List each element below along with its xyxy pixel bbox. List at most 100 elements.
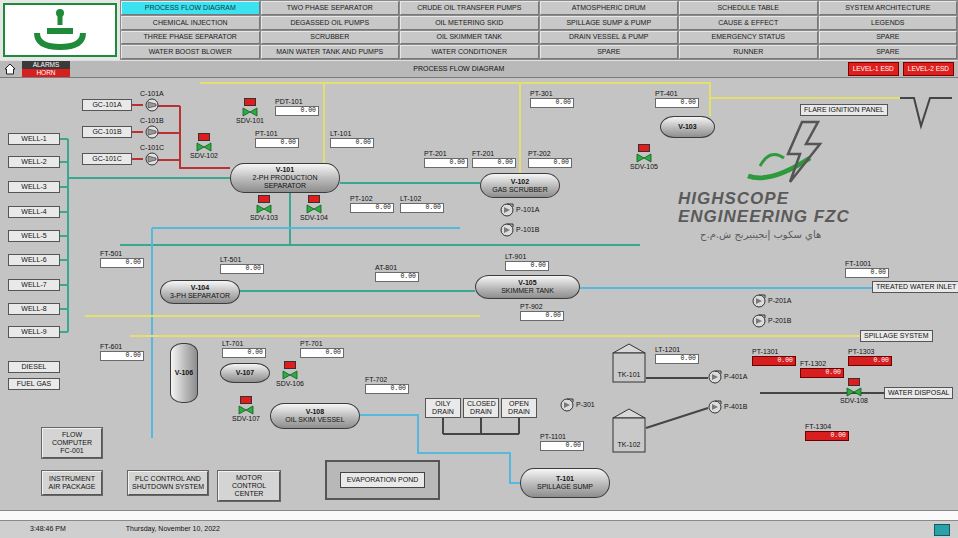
shutdown-valve[interactable]: SDV-106 [276,361,304,388]
instrument[interactable]: LT-7010.00 [222,340,266,358]
pump[interactable]: P-401A [708,370,747,384]
nav-button[interactable]: DRAIN VESSEL & PUMP [540,31,679,45]
instrument[interactable]: PT-3010.00 [530,90,574,108]
compressor[interactable]: C-101A [140,90,164,112]
shutdown-valve[interactable]: SDV-108 [840,378,868,405]
esd-button[interactable]: LEVEL-2 ESD [903,62,954,76]
instrument[interactable]: PT-2020.00 [528,150,572,168]
well-box[interactable]: WELL-7 [8,279,60,291]
nav-button[interactable]: SYSTEM ARCHITECTURE [819,1,958,15]
instrument[interactable]: PT-7010.00 [300,340,344,358]
panel-button[interactable]: PLC CONTROL AND SHUTDOWN SYSTEM [128,471,208,495]
nav-button[interactable]: OIL METERING SKID [400,16,539,30]
instrument[interactable]: PT-2010.00 [424,150,468,168]
nav-button[interactable]: OIL SKIMMER TANK [400,31,539,45]
pump[interactable]: P-201A [752,294,791,308]
nav-button[interactable]: EMERGENCY STATUS [679,31,818,45]
pump[interactable]: P-201B [752,314,791,328]
instrument[interactable]: PT-4010.00 [655,90,699,108]
compressor[interactable]: C-101B [140,117,164,139]
well-box[interactable]: WELL-5 [8,230,60,242]
nav-button[interactable]: SCHEDULE TABLE [679,1,818,15]
shutdown-valve[interactable]: SDV-107 [232,396,260,423]
instrument[interactable]: FT-13040.00 [805,423,849,441]
well-box[interactable]: WELL-2 [8,156,60,168]
instrument[interactable]: FT-2010.00 [472,150,516,168]
pump[interactable]: P-101A [500,203,539,217]
vessel[interactable]: T-101SPILLAGE SUMP [520,468,610,498]
home-icon[interactable] [4,63,16,75]
storage-tank[interactable]: TK-102 [612,408,646,453]
vessel[interactable]: V-108OIL SKIM VESSEL [270,403,360,429]
well-box[interactable]: WELL-9 [8,326,60,338]
instrument[interactable]: PDT-1010.00 [275,98,319,116]
nav-button[interactable]: ATMOSPHERIC DRUM [540,1,679,15]
instrument[interactable]: LT-5010.00 [220,256,264,274]
exit-icon[interactable] [934,524,950,536]
instrument[interactable]: LT-9010.00 [505,253,549,271]
storage-tank[interactable]: TK-101 [612,343,646,383]
alarm-button[interactable]: ALARMS [22,61,70,69]
shutdown-valve[interactable]: SDV-104 [300,195,328,222]
instrument[interactable]: PT-1010.00 [255,130,299,148]
instrument[interactable]: LT-12010.00 [655,346,699,364]
nav-button[interactable]: DEGASSED OIL PUMPS [261,16,400,30]
instrument[interactable]: FT-10010.00 [845,260,889,278]
instrument[interactable]: FT-5010.00 [100,250,144,268]
nav-button[interactable]: SPARE [819,45,958,59]
nav-button[interactable]: PROCESS FLOW DIAGRAM [121,1,260,15]
instrument[interactable]: PT-1020.00 [350,195,394,213]
nav-button[interactable]: RUNNER [679,45,818,59]
instrument[interactable]: LT-1010.00 [330,130,374,148]
well-box[interactable]: WELL-8 [8,303,60,315]
well-box[interactable]: WELL-6 [8,254,60,266]
instrument[interactable]: PT-9020.00 [520,303,564,321]
nav-button[interactable]: THREE PHASE SEPARATOR [121,31,260,45]
instrument[interactable]: LT-1020.00 [400,195,444,213]
nav-button[interactable]: CHEMICAL INJECTION [121,16,260,30]
shutdown-valve[interactable]: SDV-101 [236,98,264,125]
well-box[interactable]: WELL-1 [8,133,60,145]
vessel[interactable]: V-107 [220,363,270,383]
instrument[interactable]: PT-11010.00 [540,433,584,451]
evaporation-pond[interactable]: EVAPORATION POND [325,460,440,500]
vessel[interactable]: V-1043-PH SEPARATOR [160,280,240,304]
well-box[interactable]: WELL-4 [8,206,60,218]
compressor[interactable]: C-101C [140,144,164,166]
esd-button[interactable]: LEVEL-1 ESD [848,62,899,76]
nav-button[interactable]: SPILLAGE SUMP & PUMP [540,16,679,30]
nav-button[interactable]: CRUDE OIL TRANSFER PUMPS [400,1,539,15]
shutdown-valve[interactable]: SDV-103 [250,195,278,222]
vessel[interactable]: V-1012-PH PRODUCTION SEPARATOR [230,163,340,193]
instrument[interactable]: FT-7020.00 [365,376,409,394]
pump-icon [560,398,574,412]
nav-button[interactable]: TWO PHASE SEPARATOR [261,1,400,15]
instrument[interactable]: PT-13010.00 [752,348,796,366]
nav-button[interactable]: CAUSE & EFFECT [679,16,818,30]
vessel[interactable]: V-102GAS SCRUBBER [480,173,560,198]
shutdown-valve[interactable]: SDV-105 [630,144,658,171]
pump[interactable]: P-301 [560,398,595,412]
nav-button[interactable]: SPARE [819,31,958,45]
instrument[interactable]: PT-13030.00 [848,348,892,366]
shutdown-valve[interactable]: SDV-102 [190,133,218,160]
instrument[interactable]: AT-8010.00 [375,264,419,282]
vessel[interactable]: V-103 [660,116,715,138]
well-box[interactable]: WELL-3 [8,181,60,193]
panel-button[interactable]: FLOW COMPUTER FC-001 [42,428,102,458]
instrument[interactable]: FT-13020.00 [800,360,844,378]
pump[interactable]: P-401B [708,400,747,414]
panel-button[interactable]: INSTRUMENT AIR PACKAGE [42,471,102,495]
nav-button[interactable]: SCRUBBER [261,31,400,45]
nav-button[interactable]: WATER BOOST BLOWER [121,45,260,59]
vessel[interactable]: V-105SKIMMER TANK [475,275,580,299]
vessel[interactable]: V-106 [170,343,198,403]
instrument[interactable]: FT-6010.00 [100,343,144,361]
nav-button[interactable]: LEGENDS [819,16,958,30]
nav-button[interactable]: MAIN WATER TANK AND PUMPS [261,45,400,59]
nav-button[interactable]: SPARE [540,45,679,59]
panel-button[interactable]: MOTOR CONTROL CENTER [218,471,280,501]
pump[interactable]: P-101B [500,223,539,237]
horn-button[interactable]: HORN [22,69,70,77]
nav-button[interactable]: WATER CONDITIONER [400,45,539,59]
